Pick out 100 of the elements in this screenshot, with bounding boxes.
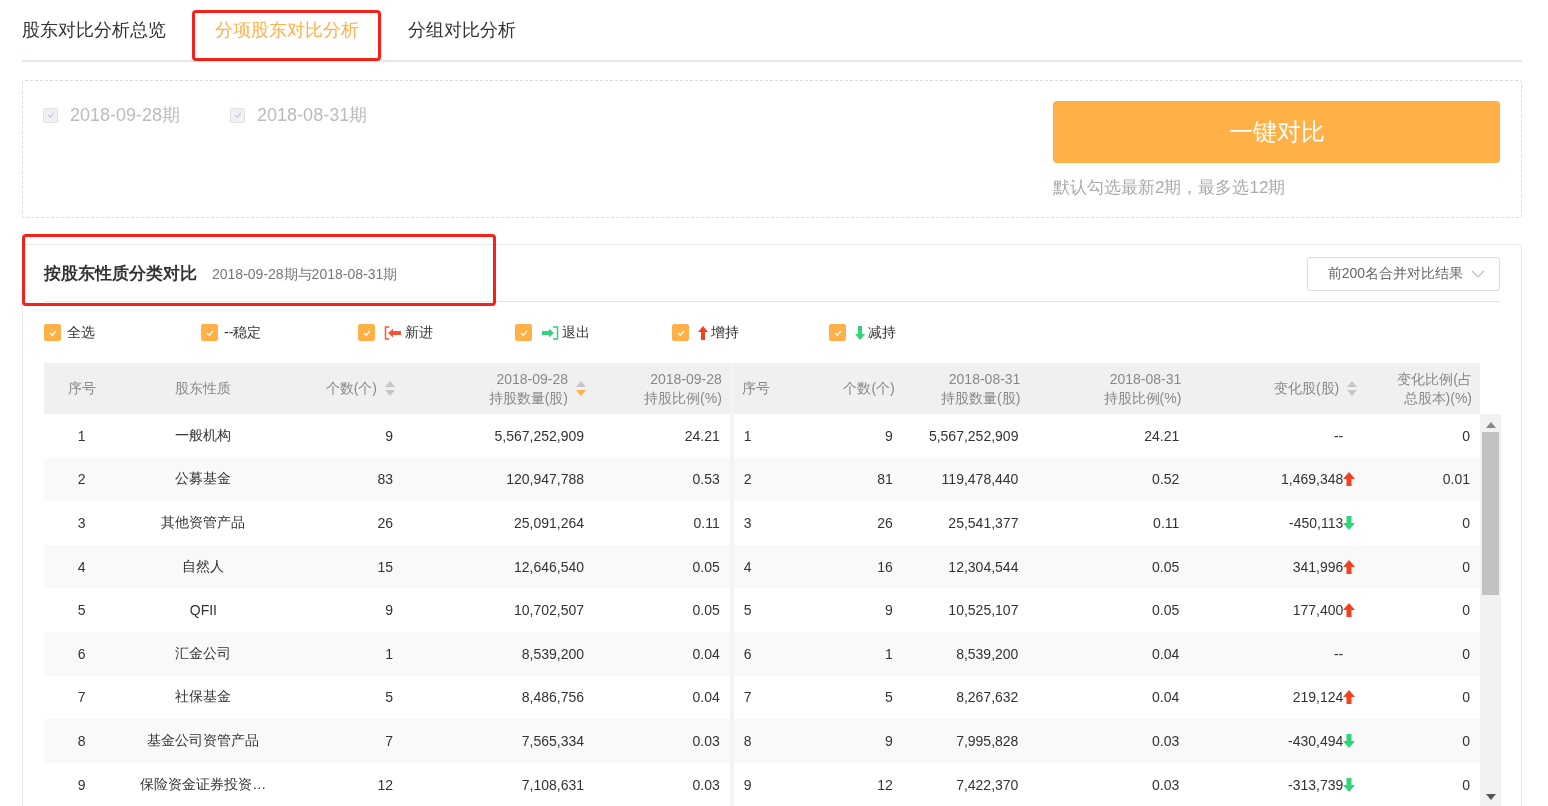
sort-icon[interactable] xyxy=(384,381,395,396)
table-cell: 1 xyxy=(77,427,86,444)
arrow-down-icon xyxy=(1343,733,1356,748)
table-cell: 1 xyxy=(743,427,752,444)
sort-icon[interactable] xyxy=(576,381,587,396)
table-cell: 社保基金 xyxy=(175,688,232,705)
filter-label: 新进 xyxy=(405,323,433,342)
table-cell: 0.03 xyxy=(1152,732,1180,749)
table-cell: 7,422,370 xyxy=(956,776,1019,793)
table-cell: 12,646,540 xyxy=(513,558,585,575)
table-cell: 25,091,264 xyxy=(513,515,585,531)
table-cell: 8,486,756 xyxy=(521,689,585,706)
table-cell: 0.11 xyxy=(1153,515,1180,531)
table-cell: 5,567,252,909 xyxy=(494,427,585,444)
table-cell: 0.04 xyxy=(692,689,720,706)
scrollbar[interactable] xyxy=(1480,414,1501,806)
table-cell: 12,304,544 xyxy=(948,558,1019,575)
arrow-up-icon xyxy=(698,325,708,340)
tab[interactable]: 分组对比分析 xyxy=(408,18,516,42)
table-cell: 1,469,348 xyxy=(1281,471,1344,488)
table-cell: -- xyxy=(1333,427,1344,444)
table-cell: 6 xyxy=(77,645,86,662)
table-cell: 汇金公司 xyxy=(175,644,232,661)
table-cell: 3 xyxy=(743,515,752,531)
table-cell: 24.21 xyxy=(1144,427,1180,444)
filter-label: 增持 xyxy=(711,323,739,342)
column-header: 2018-08-31 持股数量(股) xyxy=(941,369,1021,408)
table-cell: 83 xyxy=(377,471,393,488)
check-icon xyxy=(47,327,58,338)
table-cell: 0.03 xyxy=(692,732,720,749)
table-cell: 9 xyxy=(743,776,752,793)
checkbox[interactable] xyxy=(358,324,375,341)
table-cell: 12 xyxy=(877,776,893,793)
table-cell: 0 xyxy=(1462,645,1470,662)
table-cell: 9 xyxy=(884,602,893,619)
table-cell: 5 xyxy=(884,689,893,706)
check-icon xyxy=(518,327,529,338)
table-cell: 0 xyxy=(1462,427,1470,444)
table-cell: 0 xyxy=(1462,515,1470,531)
table-cell: 0.04 xyxy=(1152,645,1180,662)
table-cell: 0.53 xyxy=(692,471,720,488)
table-cell: 12 xyxy=(377,776,393,793)
table-cell: 120,947,788 xyxy=(506,471,585,488)
section-subtitle: 2018-09-28期与2018-08-31期 xyxy=(212,266,398,284)
table-cell: 219,124 xyxy=(1292,689,1344,706)
table-cell: QFII xyxy=(189,602,217,619)
table-cell: 0 xyxy=(1462,558,1470,575)
table-cell: 9 xyxy=(385,602,393,619)
table-cell: 0.04 xyxy=(692,645,720,662)
period-label: 2018-09-28期 xyxy=(70,104,181,127)
table-cell: 81 xyxy=(877,471,893,488)
checkbox[interactable] xyxy=(672,324,689,341)
table-cell: 9 xyxy=(884,427,893,444)
table-cell: 7 xyxy=(77,689,86,706)
table-cell: 0.05 xyxy=(1152,558,1180,575)
table-cell: 4 xyxy=(77,558,86,575)
filter-label: 退出 xyxy=(562,323,590,342)
table-cell: -313,739 xyxy=(1288,776,1344,793)
filter-label: 全选 xyxy=(67,323,95,342)
table-cell: 341,996 xyxy=(1292,558,1344,575)
checkbox[interactable] xyxy=(44,324,61,341)
arrow-up-icon xyxy=(1343,559,1356,574)
table-cell: 177,400 xyxy=(1292,602,1344,619)
exit-arrow-icon xyxy=(384,325,402,340)
table-cell: 保险资金证券投资… xyxy=(140,775,267,792)
table-cell: 4 xyxy=(743,558,752,575)
table-cell: 25,541,377 xyxy=(948,515,1019,531)
table-cell: 公募基金 xyxy=(175,470,232,487)
column-header: 股东性质 xyxy=(175,379,232,398)
table-cell: 24.21 xyxy=(684,427,720,444)
table-cell: 0 xyxy=(1462,732,1470,749)
table-cell: 0 xyxy=(1462,776,1470,793)
sort-icon[interactable] xyxy=(1347,381,1358,396)
column-header: 变化股(股) xyxy=(1273,379,1340,398)
table-cell: 119,478,440 xyxy=(941,471,1019,488)
table-cell: 0.01 xyxy=(1442,471,1470,488)
triangle-up-icon[interactable] xyxy=(1485,422,1496,428)
table-cell: 基金公司资管产品 xyxy=(147,731,260,748)
table-cell: -450,113 xyxy=(1289,515,1344,531)
check-icon xyxy=(204,327,215,338)
table-cell: 0 xyxy=(1462,602,1470,619)
table-cell: -430,494 xyxy=(1288,732,1344,749)
table-cell: 0.05 xyxy=(692,602,720,619)
table-cell: 0.05 xyxy=(692,558,720,575)
column-header: 2018-09-28 持股比例(%) xyxy=(644,369,722,408)
table-cell: 7,108,631 xyxy=(521,776,585,793)
column-header: 个数(个) xyxy=(843,379,895,398)
triangle-down-icon[interactable] xyxy=(1485,794,1496,801)
column-header: 序号 xyxy=(67,379,96,398)
checkbox[interactable] xyxy=(829,324,846,341)
checkbox[interactable] xyxy=(515,324,532,341)
table-cell: 一般机构 xyxy=(175,426,232,443)
table-cell: 5 xyxy=(77,602,86,619)
table-cell: 0 xyxy=(1462,689,1470,706)
checkbox[interactable] xyxy=(201,324,218,341)
tab[interactable]: 股东对比分析总览 xyxy=(22,18,166,42)
table-cell: 5 xyxy=(385,689,393,706)
result-dropdown[interactable]: 前200名合并对比结果 xyxy=(1306,256,1500,291)
arrow-up-icon xyxy=(1343,603,1356,618)
table-cell: 1 xyxy=(385,645,393,662)
